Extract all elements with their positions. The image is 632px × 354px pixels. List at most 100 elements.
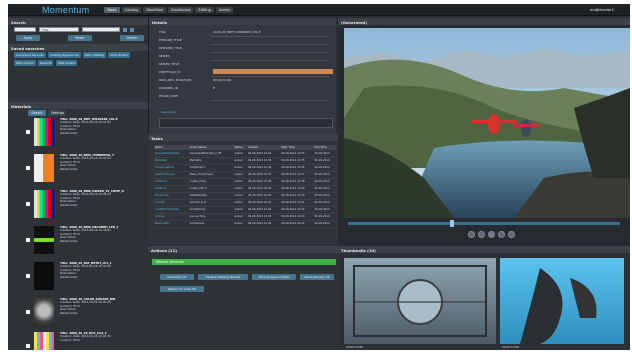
update-catalog-names-button[interactable]: Update Catalog Names <box>198 274 248 280</box>
item-checkbox[interactable] <box>26 202 30 206</box>
video-frame[interactable] <box>344 28 630 218</box>
generate-rev-button[interactable]: Generate Rev 02 <box>300 274 334 280</box>
details-header: Details <box>149 18 336 25</box>
tab-settings[interactable]: Settings <box>48 110 66 117</box>
item-checkbox[interactable] <box>26 310 30 314</box>
next-frame-icon[interactable] <box>508 231 515 238</box>
cell-name[interactable]: GenerateMetadata <box>154 150 189 158</box>
cell-name[interactable]: Transcoder <box>154 192 189 200</box>
add-icon[interactable] <box>123 27 127 32</box>
cell-name[interactable]: Archive <box>154 213 189 221</box>
table-row[interactable]: TranscodeDesc PreQProject ended 09-26-2014 … <box>154 164 336 172</box>
nav-editing[interactable]: Editing <box>195 7 214 13</box>
nav-tasks[interactable]: Tasks <box>104 7 120 13</box>
cell-status: ended <box>233 199 247 207</box>
list-item[interactable]: Title: 4000_20_BMT_DWSRK08_101.E Creatio… <box>26 117 144 154</box>
dark-thumbnail[interactable] <box>34 262 54 290</box>
field-value[interactable]: 00:00:30:00 <box>213 78 331 82</box>
list-item[interactable]: Title: 1000_20_BMD_DWSRK_TV_COMP_O Creat… <box>26 189 144 226</box>
list-item[interactable]: Title: 4000_20_BMD_CHNRE050L_T Creation … <box>26 153 144 190</box>
field-portfolio-id: PORTFOLIO_ID <box>159 70 181 74</box>
item-relationship: Relationship: <box>60 202 79 207</box>
search-row: Title <box>14 27 134 32</box>
table-row[interactable]: GenerateMetadata GenerateMetadata_0_NF end… <box>154 150 336 158</box>
keywords-input[interactable] <box>159 118 333 128</box>
table-row[interactable]: GetProxy create_LPH_K ended 09-26-2014 10:3… <box>154 185 336 193</box>
cell-name[interactable]: TranscodeDesc <box>154 164 189 172</box>
search-button[interactable]: Search <box>120 35 144 42</box>
green-line-thumbnail[interactable] <box>34 226 54 254</box>
orange-slate-thumbnail[interactable] <box>34 154 54 182</box>
tab-details[interactable]: Details <box>28 110 46 117</box>
cell-created: 09-26-2014 10:44 <box>246 220 281 228</box>
reset-button[interactable]: Reset <box>68 35 92 42</box>
cell-name[interactable]: Restoration <box>154 220 189 228</box>
cell-end: 09-26-2014 <box>313 164 336 172</box>
sky-jump-image <box>520 268 597 344</box>
item-relationship: Relationship: <box>60 166 79 171</box>
saved-search-chip[interactable]: KDG Orders <box>108 52 131 58</box>
thumbnail-sky-jump[interactable] <box>500 258 624 344</box>
apply-button[interactable]: Apply <box>16 35 40 42</box>
thumbnail-plane-interior[interactable] <box>344 258 496 344</box>
timeline-scrubber[interactable] <box>348 222 620 225</box>
portfolio-id-input[interactable] <box>213 69 333 74</box>
table-row[interactable]: CreateThumbnails CreateProxy ended 09-26-20… <box>154 206 336 214</box>
color-bars-thumbnail[interactable] <box>34 118 54 146</box>
prev-frame-icon[interactable] <box>468 231 475 238</box>
field-value[interactable]: 8 <box>213 86 331 90</box>
list-item[interactable]: Title: 4000_20_COLOR_SQUARE_BIN Creation… <box>26 297 144 334</box>
cell-name[interactable]: AutoQC <box>154 199 189 207</box>
item-checkbox[interactable] <box>26 274 30 278</box>
color-grid-thumbnail[interactable] <box>34 332 54 350</box>
list-item[interactable]: Title: 4000_20_BMD_DECORBH_LPR_1 Creatio… <box>26 225 144 262</box>
item-checkbox[interactable] <box>26 166 30 170</box>
saved-search-chip[interactable]: Reports <box>37 60 54 66</box>
cell-name[interactable]: GetProxy <box>154 185 189 193</box>
cell-name[interactable]: GetProxy <box>154 178 189 186</box>
table-row[interactable]: AutoQC AutoQC_8_H ended 09-26-2014 10:41 09-… <box>154 199 336 207</box>
search-input[interactable] <box>82 27 120 32</box>
generate-qc-button[interactable]: Generate QC <box>160 274 194 280</box>
settings-icon[interactable] <box>130 27 134 32</box>
cell-name[interactable]: GetThumbnails <box>154 171 189 179</box>
list-item[interactable]: Title: 4000_20_BAT_NETRT_LP1_1 Creation … <box>26 261 144 298</box>
search-scope-input[interactable] <box>14 27 36 32</box>
table-row[interactable]: Archive Live archive ended 09-26-2014 10:43… <box>154 213 336 221</box>
list-item[interactable]: Title: 4000_20_20_DOC_test_2 Creation Da… <box>26 331 144 350</box>
color-bars-thumbnail[interactable] <box>34 190 54 218</box>
video-player: (Generated) <box>338 18 630 246</box>
playhead-handle[interactable] <box>450 220 454 227</box>
nav-admin[interactable]: Admin <box>216 7 234 13</box>
cell-name[interactable]: MediaRip <box>154 157 189 165</box>
play-icon[interactable] <box>488 231 495 238</box>
nav-dashboard[interactable]: Dashboard <box>167 7 194 13</box>
nav-workflow[interactable]: Workflow <box>143 7 166 13</box>
table-row[interactable]: MediaRip MediaRip ended 09-26-2014 10:35 09-… <box>154 157 336 165</box>
saved-search-chip[interactable]: KDG Catalog <box>83 52 107 58</box>
saved-search-chip[interactable]: KDG Orders <box>14 60 36 66</box>
missing-aspect-ratio-button[interactable]: Missing Aspect Ratio <box>252 274 296 280</box>
portrait-thumbnail[interactable] <box>34 298 54 326</box>
item-checkbox[interactable] <box>26 238 30 242</box>
item-checkbox[interactable] <box>26 130 30 134</box>
item-checkbox[interactable] <box>26 344 30 348</box>
rewind-icon[interactable] <box>478 231 485 238</box>
table-row[interactable]: Restoration Sometimes ended 09-26-2014 10:4… <box>154 220 336 228</box>
cell-action: PreQProject <box>188 164 234 172</box>
cell-name[interactable]: CreateThumbnails <box>154 206 189 214</box>
saved-search-chip[interactable]: KDG Orders <box>55 60 78 66</box>
cell-action: Sometimes <box>188 220 234 228</box>
user-name[interactable]: endblender1 <box>590 7 614 12</box>
table-row[interactable]: Transcoder GetMetadata ended 09-26-2014 10:… <box>154 192 336 200</box>
table-row[interactable]: GetThumbnails Make_Thumbnails ended 09-26-2… <box>154 171 336 179</box>
saved-search-chip[interactable]: Catalog Sequences <box>47 52 81 58</box>
table-row[interactable]: GetProxy create_Proxy ended 09-26-2014 10:3… <box>154 178 336 186</box>
saved-search-chip[interactable]: Canonical Records <box>14 52 46 58</box>
nav-catalog[interactable]: Catalog <box>121 7 142 13</box>
field-value[interactable]: 2020_20_BMT_DWSRK08_101.E <box>213 30 331 34</box>
manual-services-bar[interactable]: Manual Services <box>152 259 336 265</box>
fast-forward-icon[interactable] <box>498 231 505 238</box>
return-auto-qc-button[interactable]: Return for auto QC <box>160 286 204 292</box>
search-field-select[interactable]: Title <box>39 27 79 32</box>
